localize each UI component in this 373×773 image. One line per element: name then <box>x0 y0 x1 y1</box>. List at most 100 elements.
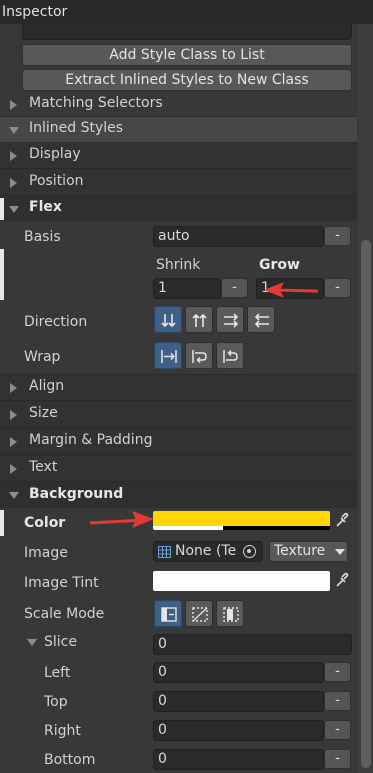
slice-right-field[interactable]: 0 <box>153 720 324 741</box>
scale-mode-stretch-button[interactable] <box>154 600 182 627</box>
direction-row-reverse-button[interactable] <box>247 306 275 333</box>
image-value: None (Te <box>175 543 237 559</box>
foldout-inlined-styles[interactable]: Inlined Styles <box>0 116 357 142</box>
color-label: Color <box>24 515 66 531</box>
fit-icon <box>223 607 239 622</box>
slice-top-label: Top <box>44 694 68 710</box>
slice-label: Slice <box>44 634 77 650</box>
foldout-flex[interactable]: Flex <box>0 195 357 221</box>
chevron-down-icon <box>9 127 19 134</box>
foldout-label: Text <box>29 459 58 475</box>
foldout-text[interactable]: Text <box>0 454 357 481</box>
grow-label: Grow <box>259 257 300 273</box>
foldout-label: Size <box>29 405 58 421</box>
slice-top-minus-button[interactable]: - <box>324 691 351 711</box>
wrap-reverse-button[interactable] <box>216 342 244 369</box>
style-class-input[interactable] <box>22 24 352 40</box>
image-type-value: Texture <box>274 543 326 559</box>
foldout-position[interactable]: Position <box>0 168 357 195</box>
arrow-left-icon <box>254 313 269 328</box>
scale-mode-scale-and-crop-button[interactable] <box>185 600 213 627</box>
basis-minus-button[interactable]: - <box>324 226 351 246</box>
image-tint-label: Image Tint <box>24 575 99 591</box>
eyedropper-icon <box>336 512 349 527</box>
image-tint-swatch[interactable] <box>153 571 330 591</box>
direction-label: Direction <box>24 314 88 330</box>
color-swatch[interactable] <box>153 511 330 530</box>
foldout-display[interactable]: Display <box>0 142 357 168</box>
chevron-right-icon <box>10 410 17 420</box>
image-object-field[interactable]: None (Te <box>153 541 263 562</box>
direction-column-reverse-button[interactable] <box>185 306 213 333</box>
add-style-class-button[interactable]: Add Style Class to List <box>22 44 352 66</box>
wrap-reverse-icon <box>223 349 238 363</box>
shrink-label: Shrink <box>156 257 201 273</box>
basis-field[interactable]: auto <box>153 226 324 247</box>
override-indicator <box>0 510 4 536</box>
eyedropper-icon <box>336 572 349 587</box>
eyedropper-button[interactable] <box>332 511 352 530</box>
slice-bottom-label: Bottom <box>44 752 96 768</box>
slice-field[interactable]: 0 <box>153 634 352 655</box>
chevron-down-icon[interactable] <box>27 639 37 646</box>
foldout-label: Background <box>29 486 124 502</box>
scrollbar-thumb[interactable] <box>361 240 371 768</box>
foldout-align[interactable]: Align <box>0 374 357 400</box>
direction-row-button[interactable] <box>216 306 244 333</box>
foldout-size[interactable]: Size <box>0 400 357 427</box>
slice-left-field[interactable]: 0 <box>153 662 324 683</box>
slice-left-label: Left <box>44 665 71 681</box>
shrink-minus-button[interactable]: - <box>221 278 248 298</box>
override-indicator <box>0 249 4 300</box>
extract-inlined-styles-button[interactable]: Extract Inlined Styles to New Class <box>22 69 352 91</box>
chevron-right-icon <box>10 464 17 474</box>
foldout-matching-selectors[interactable]: Matching Selectors <box>0 92 357 116</box>
arrow-up-icon <box>192 313 207 327</box>
annotation-arrow-icon <box>89 511 154 528</box>
scale-mode-label: Scale Mode <box>24 606 105 622</box>
override-indicator <box>0 198 4 220</box>
foldout-label: Margin & Padding <box>29 432 153 448</box>
scale-mode-scale-to-fit-button[interactable] <box>216 600 244 627</box>
eyedropper-button[interactable] <box>332 571 352 590</box>
foldout-label: Position <box>29 173 84 189</box>
image-type-dropdown[interactable]: Texture <box>269 541 348 562</box>
wrap-label: Wrap <box>24 349 61 365</box>
dropdown-caret-icon <box>335 549 345 555</box>
annotation-arrow-icon <box>264 282 319 298</box>
slice-right-label: Right <box>44 723 81 739</box>
foldout-label: Matching Selectors <box>29 95 163 111</box>
chevron-down-icon <box>9 492 19 499</box>
foldout-margin-padding[interactable]: Margin & Padding <box>0 427 357 454</box>
foldout-label: Flex <box>29 199 62 215</box>
chevron-right-icon <box>10 151 17 161</box>
texture-icon <box>158 546 171 558</box>
grow-minus-button[interactable]: - <box>324 278 351 298</box>
wrap-wrap-button[interactable] <box>185 342 213 369</box>
crop-icon <box>192 607 208 622</box>
chevron-right-icon <box>10 437 17 447</box>
inspector-tab-title: Inspector <box>0 0 373 24</box>
wrap-nowrap-button[interactable] <box>154 342 182 369</box>
chevron-down-icon <box>9 206 19 213</box>
nowrap-icon <box>161 350 177 363</box>
direction-column-button[interactable] <box>154 306 182 333</box>
shrink-field[interactable]: 1 <box>153 278 221 299</box>
basis-label: Basis <box>24 229 61 245</box>
chevron-right-icon <box>10 383 17 393</box>
object-picker-icon[interactable] <box>243 545 256 558</box>
slice-right-minus-button[interactable]: - <box>324 720 351 740</box>
arrow-down-icon <box>161 314 176 328</box>
wrap-icon <box>192 350 207 364</box>
arrow-right-icon <box>224 313 239 328</box>
image-label: Image <box>24 545 68 561</box>
foldout-label: Inlined Styles <box>29 120 124 136</box>
slice-bottom-minus-button[interactable]: - <box>324 749 351 769</box>
stretch-icon <box>161 607 177 622</box>
foldout-background[interactable]: Background <box>0 481 357 508</box>
chevron-right-icon <box>10 178 17 188</box>
slice-bottom-field[interactable]: 0 <box>153 749 324 770</box>
foldout-label: Align <box>29 378 65 394</box>
slice-top-field[interactable]: 0 <box>153 691 324 712</box>
slice-left-minus-button[interactable]: - <box>324 662 351 682</box>
